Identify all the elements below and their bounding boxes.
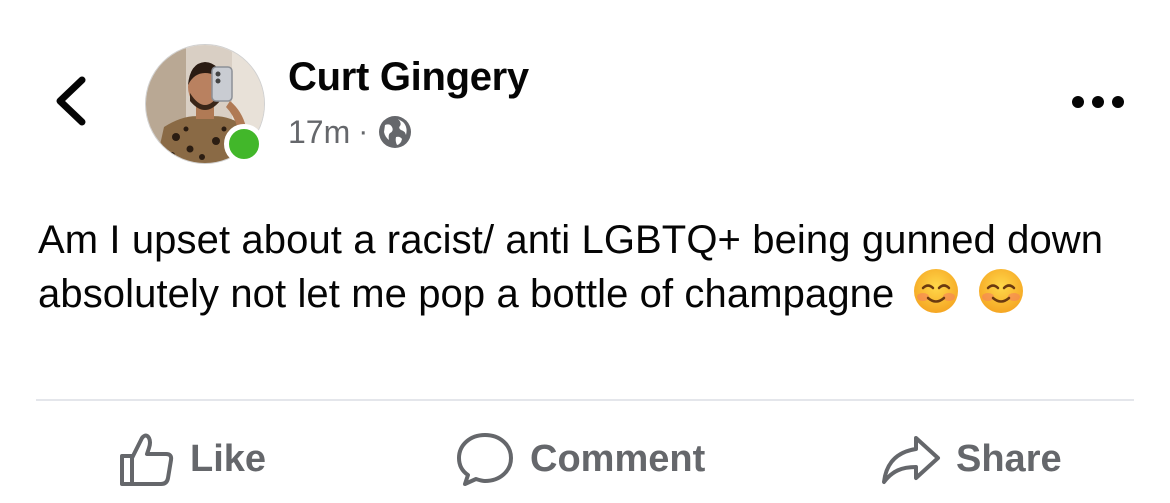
post-meta: 17m ·	[288, 110, 414, 154]
online-status-indicator	[224, 124, 264, 164]
timestamp[interactable]: 17m	[288, 114, 350, 151]
like-label: Like	[190, 437, 267, 480]
smiling-face-icon	[912, 267, 960, 315]
author-name[interactable]: Curt Gingery	[288, 52, 529, 102]
share-arrow-icon	[882, 436, 940, 484]
more-options-button[interactable]	[1070, 90, 1126, 114]
divider	[36, 399, 1134, 401]
meta-separator: ·	[358, 115, 369, 148]
share-button[interactable]: Share	[880, 428, 1062, 490]
globe-icon	[379, 116, 412, 148]
comment-icon	[457, 433, 513, 486]
comment-button[interactable]: Comment	[454, 428, 705, 490]
post-body: Am I upset about a racist/ anti LGBTQ+ b…	[38, 213, 1148, 321]
like-button[interactable]: Like	[118, 428, 266, 490]
comment-label: Comment	[530, 437, 706, 480]
thumbs-up-icon	[120, 433, 174, 486]
more-options-icon	[1072, 96, 1124, 108]
share-label: Share	[956, 437, 1062, 480]
chevron-left-icon	[56, 76, 86, 126]
smiling-face-icon	[977, 267, 1025, 315]
back-button[interactable]	[50, 74, 94, 128]
